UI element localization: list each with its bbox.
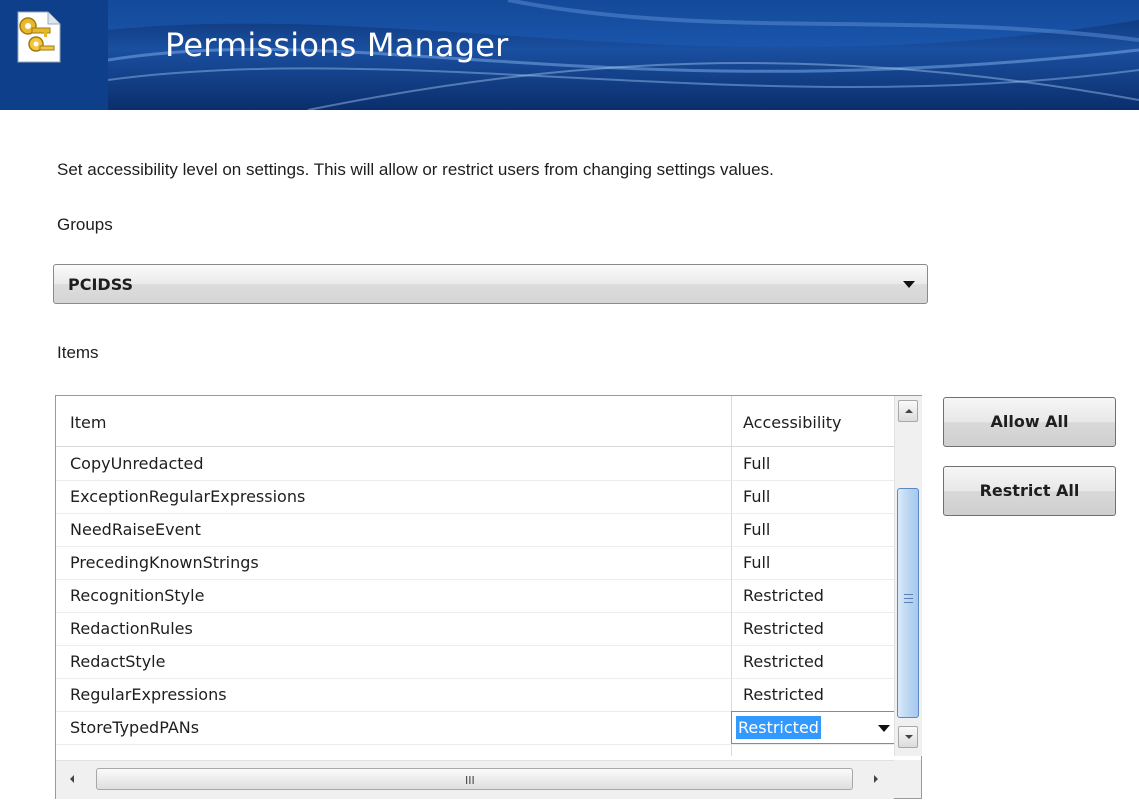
grip-line bbox=[904, 598, 913, 599]
column-header-item[interactable]: Item bbox=[70, 413, 106, 432]
arrow-right-icon bbox=[874, 775, 878, 783]
item-name-cell: NeedRaiseEvent bbox=[70, 520, 201, 539]
arrow-up-icon bbox=[905, 409, 913, 413]
table-row[interactable]: StoreTypedPANs Restricted bbox=[56, 711, 897, 745]
accessibility-cell[interactable]: Full bbox=[743, 553, 770, 572]
item-name-cell: CopyUnredacted bbox=[70, 454, 204, 473]
horizontal-scroll-thumb[interactable]: III bbox=[96, 768, 853, 790]
item-name-cell: RegularExpressions bbox=[70, 685, 227, 704]
accessibility-cell[interactable]: Restricted bbox=[743, 619, 824, 638]
page-title: Permissions Manager bbox=[165, 26, 509, 64]
groups-dropdown[interactable]: PCIDSS bbox=[53, 264, 928, 304]
grip-icon: III bbox=[465, 774, 475, 787]
column-header-accessibility[interactable]: Accessibility bbox=[743, 413, 841, 432]
groups-label: Groups bbox=[57, 215, 113, 234]
groups-selected-value: PCIDSS bbox=[68, 275, 134, 294]
chevron-down-icon[interactable] bbox=[878, 725, 890, 732]
allow-all-button[interactable]: Allow All bbox=[943, 397, 1116, 447]
description-text: Set accessibility level on settings. Thi… bbox=[57, 160, 774, 179]
keys-document-icon bbox=[17, 11, 61, 63]
items-label: Items bbox=[57, 343, 99, 362]
table-row[interactable]: RedactionRules Restricted bbox=[56, 612, 894, 646]
chevron-down-icon bbox=[903, 281, 915, 288]
accessibility-cell[interactable]: Restricted bbox=[743, 652, 824, 671]
table-row[interactable]: RegularExpressions Restricted bbox=[56, 678, 894, 712]
item-name-cell: ExceptionRegularExpressions bbox=[70, 487, 306, 506]
item-name-cell: StoreTypedPANs bbox=[70, 718, 200, 737]
item-name-cell: RedactionRules bbox=[70, 619, 193, 638]
table-row[interactable]: RecognitionStyle Restricted bbox=[56, 579, 894, 613]
table-row[interactable]: PrecedingKnownStrings Full bbox=[56, 546, 894, 580]
vertical-scroll-thumb[interactable] bbox=[897, 488, 919, 718]
table-row[interactable]: NeedRaiseEvent Full bbox=[56, 513, 894, 547]
table-row[interactable]: ExceptionRegularExpressions Full bbox=[56, 480, 894, 514]
item-name-cell: RedactStyle bbox=[70, 652, 166, 671]
scroll-right-button[interactable] bbox=[868, 769, 886, 789]
items-grid[interactable]: Item Accessibility CopyUnredacted Full E… bbox=[55, 395, 922, 799]
accessibility-cell[interactable]: Full bbox=[743, 454, 770, 473]
vertical-scrollbar[interactable] bbox=[894, 396, 922, 756]
horizontal-scrollbar[interactable]: III bbox=[56, 760, 894, 799]
accessibility-cell[interactable]: Full bbox=[743, 520, 770, 539]
accessibility-dropdown-editor[interactable]: Restricted bbox=[731, 711, 897, 744]
accessibility-cell[interactable]: Restricted bbox=[743, 586, 824, 605]
accessibility-cell[interactable]: Restricted bbox=[743, 685, 824, 704]
scroll-up-button[interactable] bbox=[898, 400, 918, 422]
item-name-cell: RecognitionStyle bbox=[70, 586, 205, 605]
table-row[interactable]: RedactStyle Restricted bbox=[56, 645, 894, 679]
grid-header: Item Accessibility bbox=[56, 396, 894, 447]
arrow-down-icon bbox=[905, 735, 913, 739]
table-row[interactable]: CopyUnredacted Full bbox=[56, 447, 894, 481]
grip-line bbox=[904, 594, 913, 595]
restrict-all-button[interactable]: Restrict All bbox=[943, 466, 1116, 516]
scroll-down-button[interactable] bbox=[898, 726, 918, 748]
grip-line bbox=[904, 602, 913, 603]
scroll-left-button[interactable] bbox=[64, 769, 82, 789]
header-banner: Permissions Manager bbox=[0, 0, 1139, 110]
scrollbar-corner bbox=[894, 760, 921, 798]
accessibility-cell[interactable]: Full bbox=[743, 487, 770, 506]
item-name-cell: PrecedingKnownStrings bbox=[70, 553, 259, 572]
accessibility-selected-value: Restricted bbox=[736, 716, 821, 739]
arrow-left-icon bbox=[70, 775, 74, 783]
